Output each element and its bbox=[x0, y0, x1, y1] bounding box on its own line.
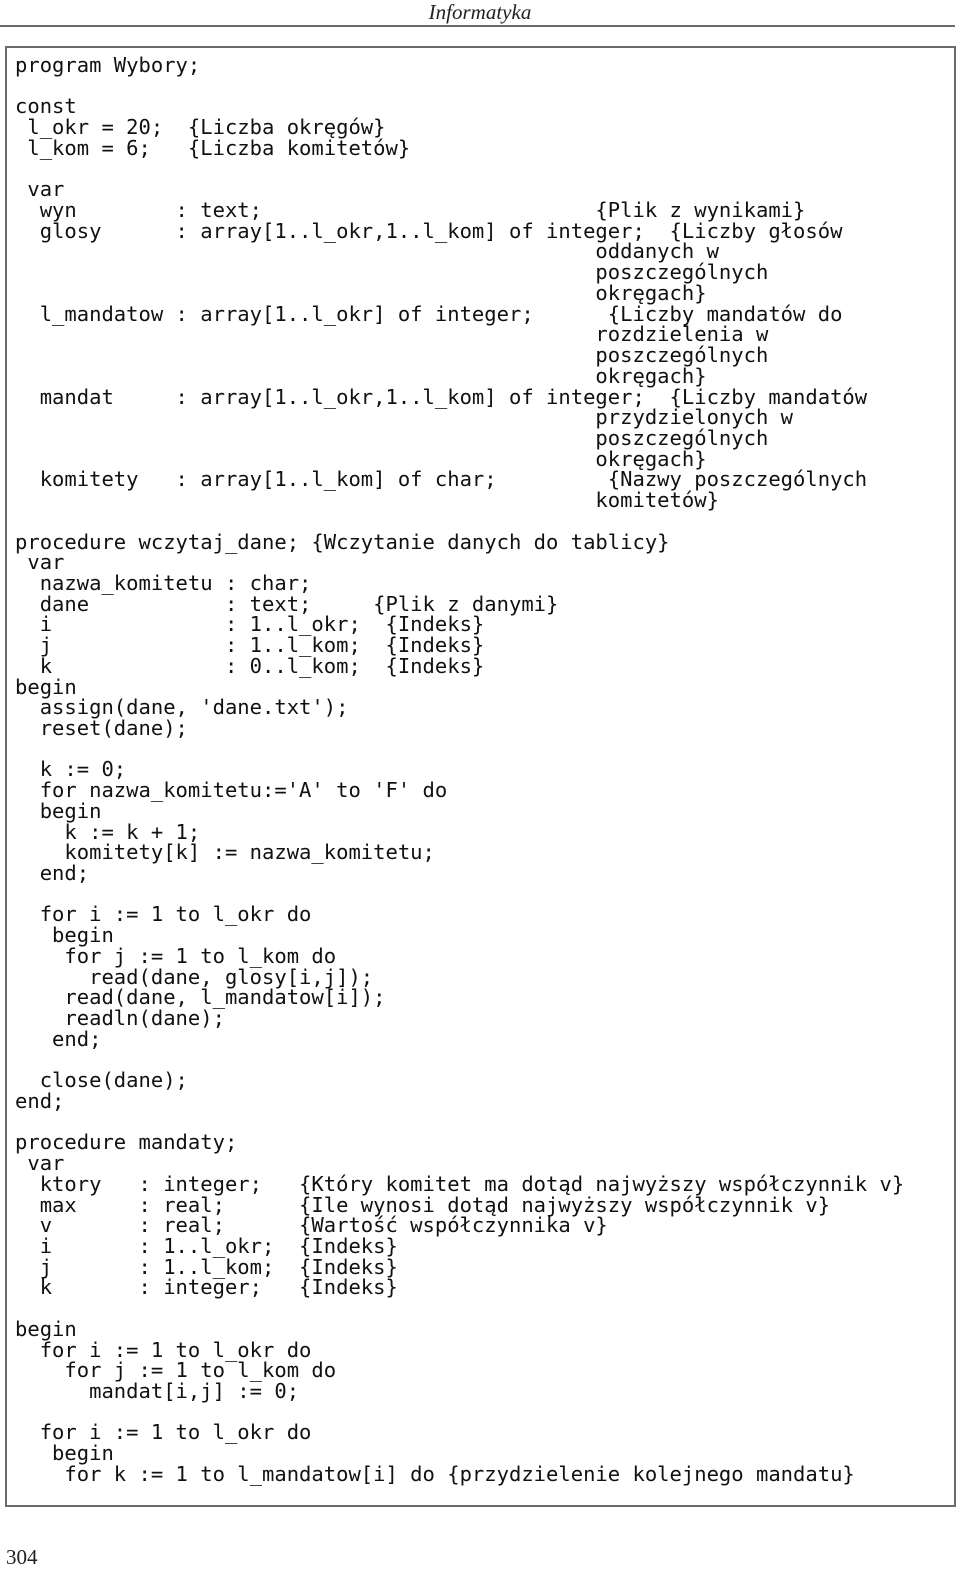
code-line: begin bbox=[15, 923, 114, 948]
code-line: l_kom = 6; {Liczba komitetów} bbox=[15, 135, 411, 160]
code-line: begin bbox=[15, 1316, 77, 1341]
code-line: wyn : text; {Plik z wynikami} bbox=[15, 198, 806, 223]
code-line: begin bbox=[15, 798, 102, 823]
code-line: reset(dane); bbox=[15, 716, 188, 740]
code-line: procedure wczytaj_dane; {Wczytanie danyc… bbox=[15, 529, 670, 554]
code-line: i : 1..l_okr; {Indeks} bbox=[15, 1233, 398, 1258]
running-head: Informatyka bbox=[428, 0, 532, 24]
code-line: var bbox=[15, 177, 65, 202]
code-listing-box: program Wybory; const l_okr = 20; {Liczba… bbox=[5, 46, 956, 1507]
code-line: var bbox=[15, 550, 65, 575]
header-rule bbox=[0, 25, 955, 27]
code-line: for i := 1 to l_okr do bbox=[15, 1420, 312, 1445]
code-line: komitety[k] := nazwa_komitetu; bbox=[15, 840, 435, 865]
code-line: k : integer; {Indeks} bbox=[15, 1275, 398, 1300]
code-line: end; bbox=[15, 861, 90, 886]
code-line: program Wybory; bbox=[15, 53, 201, 77]
code-line: k := k + 1; bbox=[15, 819, 201, 844]
code-line: end; bbox=[15, 1088, 65, 1113]
code-line: oddanych w bbox=[15, 239, 719, 264]
code-line: l_okr = 20; {Liczba okręgów} bbox=[15, 115, 386, 140]
code-line: poszczególnych bbox=[15, 425, 769, 450]
code-line: komitetów} bbox=[15, 488, 719, 513]
code-line: max : real; {Ile wynosi dotąd najwyższy … bbox=[15, 1192, 831, 1217]
code-line: okręgach} bbox=[15, 280, 707, 305]
code-line: read(dane, glosy[i,j]); bbox=[15, 964, 374, 989]
code-line: j : 1..l_kom; {Indeks} bbox=[15, 633, 485, 658]
code-line: mandat[i,j] := 0; bbox=[15, 1379, 300, 1403]
code-line: okręgach} bbox=[15, 363, 707, 388]
code-line: end; bbox=[15, 1026, 102, 1051]
code-line: assign(dane, 'dane.txt'); bbox=[15, 695, 349, 720]
code-line: j : 1..l_kom; {Indeks} bbox=[15, 1254, 398, 1279]
code-line: for nazwa_komitetu:='A' to 'F' do bbox=[15, 778, 448, 803]
code-line: for k := 1 to l_mandatow[i] do {przydzie… bbox=[15, 1461, 855, 1486]
code-line: for j := 1 to l_kom do bbox=[15, 943, 337, 968]
code-line: okręgach} bbox=[15, 446, 707, 471]
code-line: read(dane, l_mandatow[i]); bbox=[15, 985, 386, 1010]
code-line: l_mandatow : array[1..l_okr] of integer;… bbox=[15, 301, 843, 326]
code-line: komitety : array[1..l_kom] of char; {Naz… bbox=[15, 467, 868, 492]
code-line: mandat : array[1..l_okr,1..l_kom] of int… bbox=[15, 384, 868, 409]
code-line: przydzielonych w bbox=[15, 405, 794, 430]
code-line: rozdzielenia w bbox=[15, 322, 769, 347]
code-line: dane : text; {Plik z danymi} bbox=[15, 591, 559, 616]
code-line: close(dane); bbox=[15, 1068, 188, 1093]
code-line: begin bbox=[15, 674, 77, 699]
code-line: readln(dane); bbox=[15, 1006, 225, 1031]
code-line: glosy : array[1..l_okr,1..l_kom] of inte… bbox=[15, 218, 843, 243]
code-line: for j := 1 to l_kom do bbox=[15, 1358, 337, 1383]
code-line: i : 1..l_okr; {Indeks} bbox=[15, 612, 485, 637]
code-line: const bbox=[15, 94, 77, 119]
code-line: nazwa_komitetu : char; bbox=[15, 570, 312, 595]
code-line: poszczególnych bbox=[15, 343, 769, 368]
code-line: begin bbox=[15, 1441, 114, 1466]
code-line: ktory : integer; {Który komitet ma dotąd… bbox=[15, 1171, 905, 1196]
code-line: for i := 1 to l_okr do bbox=[15, 902, 312, 927]
code-line: k := 0; bbox=[15, 757, 127, 782]
code-line: poszczególnych bbox=[15, 260, 769, 285]
page-number: 304 bbox=[6, 1545, 38, 1569]
code-line: k : 0..l_kom; {Indeks} bbox=[15, 653, 485, 678]
code-line: v : real; {Wartość współczynnika v} bbox=[15, 1213, 608, 1238]
code-line: for i := 1 to l_okr do bbox=[15, 1337, 312, 1362]
code-line: procedure mandaty; bbox=[15, 1130, 238, 1155]
code-line: var bbox=[15, 1151, 65, 1176]
pascal-code-listing: program Wybory; const l_okr = 20; {Liczba… bbox=[15, 55, 904, 1485]
